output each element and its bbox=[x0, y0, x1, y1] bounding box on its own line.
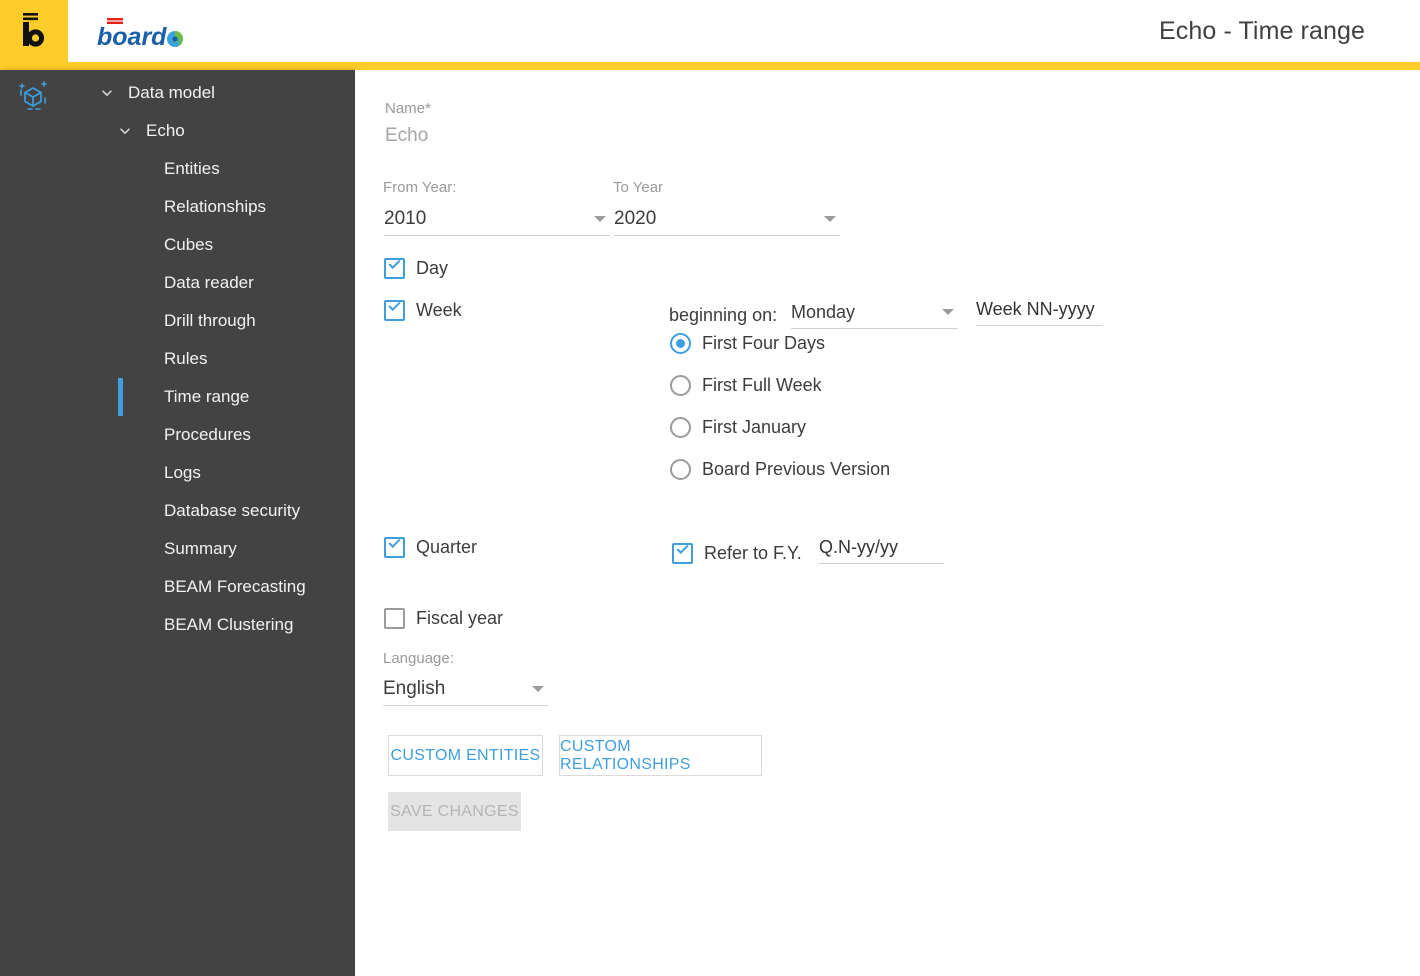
check-icon bbox=[388, 256, 401, 270]
refer-to-fy-label: Refer to F.Y. bbox=[704, 543, 802, 563]
sidebar-item-logs[interactable]: Logs bbox=[0, 454, 355, 492]
sidebar-item-label: Time range bbox=[164, 387, 250, 406]
day-checkbox[interactable] bbox=[384, 256, 405, 279]
chevron-down-icon[interactable] bbox=[118, 124, 132, 138]
custom-relationships-button[interactable]: CUSTOM RELATIONSHIPS bbox=[559, 735, 762, 776]
quarter-label: Quarter bbox=[416, 537, 478, 557]
name-label: Name* bbox=[385, 100, 431, 117]
language-select[interactable]: English bbox=[383, 673, 548, 706]
week-format-value: Week NN-yyyy bbox=[976, 298, 1095, 319]
sidebar-item-echo[interactable]: Echo bbox=[0, 112, 355, 150]
fiscal-year-checkbox[interactable] bbox=[384, 608, 405, 629]
sidebar-item-data-model[interactable]: Data model bbox=[0, 74, 355, 112]
brand-accent-strip bbox=[0, 62, 1420, 70]
week-label: Week bbox=[416, 300, 462, 320]
chevron-down-icon bbox=[824, 216, 836, 222]
chevron-down-icon bbox=[594, 216, 606, 222]
week-format-input[interactable]: Week NN-yyyy bbox=[976, 293, 1102, 326]
week-option-first-full-week-radio[interactable] bbox=[670, 375, 691, 396]
sidebar-item-database-security[interactable]: Database security bbox=[0, 492, 355, 530]
sidebar-nav: Data model Echo Entities Relationships Cubes… bbox=[0, 74, 355, 644]
name-label-text: Name bbox=[385, 100, 426, 117]
to-year-value: 2020 bbox=[614, 208, 657, 229]
sidebar-item-label: Echo bbox=[146, 121, 185, 140]
week-option-first-january-label: First January bbox=[702, 417, 807, 437]
week-beginning-day-value: Monday bbox=[791, 301, 856, 322]
save-changes-button[interactable]: SAVE CHANGES bbox=[388, 792, 521, 831]
svg-text:board: board bbox=[97, 23, 167, 51]
board-wordmark-logo: board bbox=[95, 16, 191, 52]
sidebar-item-beam-forecasting[interactable]: BEAM Forecasting bbox=[0, 568, 355, 606]
top-bar: board Echo - Time range bbox=[0, 0, 1420, 70]
quarter-checkbox[interactable] bbox=[384, 535, 405, 558]
week-option-board-previous-version-label: Board Previous Version bbox=[702, 459, 891, 479]
sidebar-item-label: Entities bbox=[164, 159, 220, 178]
chevron-down-icon bbox=[942, 309, 954, 315]
sidebar: Data model Echo Entities Relationships Cubes… bbox=[0, 70, 355, 976]
sidebar-item-label: Data reader bbox=[164, 273, 254, 292]
week-option-board-previous-version-radio[interactable] bbox=[670, 459, 691, 480]
week-option-first-january-radio[interactable] bbox=[670, 417, 691, 438]
sidebar-item-time-range[interactable]: Time range bbox=[0, 378, 355, 416]
board-b-logo-icon[interactable] bbox=[18, 10, 52, 54]
required-marker: * bbox=[425, 100, 431, 117]
sidebar-item-label: Logs bbox=[164, 463, 201, 482]
sidebar-item-label: BEAM Clustering bbox=[164, 615, 294, 634]
page-title: Echo - Time range bbox=[1159, 17, 1365, 45]
language-label: Language: bbox=[383, 650, 454, 667]
fiscal-year-label: Fiscal year bbox=[416, 608, 504, 628]
sidebar-item-label: Data model bbox=[128, 83, 215, 102]
day-label: Day bbox=[416, 258, 449, 278]
sidebar-item-data-reader[interactable]: Data reader bbox=[0, 264, 355, 302]
sidebar-item-relationships[interactable]: Relationships bbox=[0, 188, 355, 226]
language-value: English bbox=[383, 678, 446, 699]
sidebar-item-procedures[interactable]: Procedures bbox=[0, 416, 355, 454]
sidebar-item-label: Database security bbox=[164, 501, 301, 520]
check-icon bbox=[676, 541, 689, 555]
week-beginning-day-select[interactable]: Monday bbox=[791, 296, 958, 329]
radio-dot-icon bbox=[676, 339, 685, 348]
week-checkbox[interactable] bbox=[384, 298, 405, 321]
sidebar-item-label: Summary bbox=[164, 539, 237, 558]
beginning-on-label: beginning on: bbox=[669, 305, 778, 325]
week-option-first-full-week-label: First Full Week bbox=[702, 375, 822, 395]
to-year-select[interactable]: 2020 bbox=[613, 203, 840, 236]
refer-to-fy-checkbox[interactable] bbox=[672, 541, 693, 564]
custom-entities-button[interactable]: CUSTOM ENTITIES bbox=[388, 735, 543, 776]
from-year-label: From Year: bbox=[383, 179, 457, 196]
sidebar-item-beam-clustering[interactable]: BEAM Clustering bbox=[0, 606, 355, 644]
check-icon bbox=[388, 298, 401, 312]
quarter-format-value: Q.N-yy/yy bbox=[819, 536, 898, 557]
from-year-value: 2010 bbox=[384, 208, 427, 229]
week-option-first-four-days-label: First Four Days bbox=[702, 333, 826, 353]
check-icon bbox=[388, 535, 401, 549]
name-value: Echo bbox=[385, 125, 429, 146]
main-content: Name* Echo From Year: 2010 To Year 2020 … bbox=[355, 70, 1420, 976]
chevron-down-icon[interactable] bbox=[100, 86, 114, 100]
sidebar-item-rules[interactable]: Rules bbox=[0, 340, 355, 378]
sidebar-item-label: Rules bbox=[164, 349, 208, 368]
sidebar-item-label: Procedures bbox=[164, 425, 251, 444]
sidebar-item-label: Drill through bbox=[164, 311, 256, 330]
sidebar-item-entities[interactable]: Entities bbox=[0, 150, 355, 188]
sidebar-item-summary[interactable]: Summary bbox=[0, 530, 355, 568]
chevron-down-icon bbox=[532, 686, 544, 692]
sidebar-item-label: BEAM Forecasting bbox=[164, 577, 306, 596]
quarter-format-input[interactable]: Q.N-yy/yy bbox=[819, 531, 944, 564]
sidebar-item-label: Relationships bbox=[164, 197, 267, 216]
to-year-label: To Year bbox=[613, 179, 664, 196]
sidebar-item-drill-through[interactable]: Drill through bbox=[0, 302, 355, 340]
sidebar-item-cubes[interactable]: Cubes bbox=[0, 226, 355, 264]
week-option-first-four-days-radio[interactable] bbox=[670, 333, 691, 354]
from-year-select[interactable]: 2010 bbox=[383, 203, 610, 236]
sidebar-item-label: Cubes bbox=[164, 235, 214, 254]
